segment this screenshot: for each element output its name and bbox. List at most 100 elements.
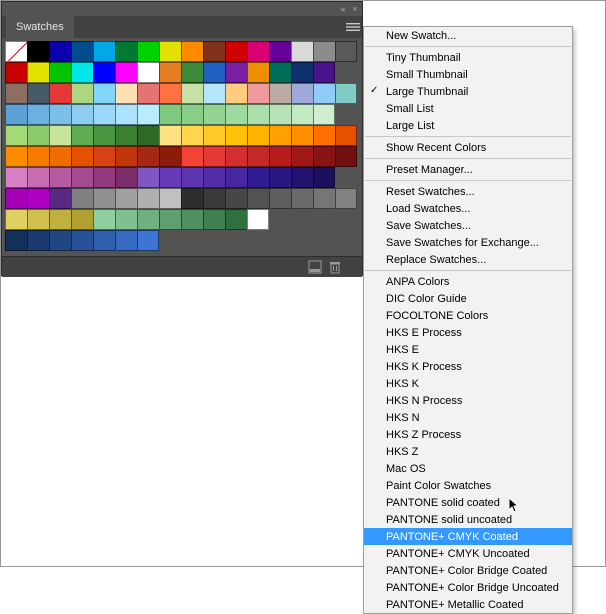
swatch[interactable] xyxy=(225,104,247,125)
swatch[interactable] xyxy=(137,83,159,104)
swatch[interactable] xyxy=(27,230,49,251)
swatch[interactable] xyxy=(5,146,27,167)
swatch[interactable] xyxy=(5,83,27,104)
swatch[interactable] xyxy=(225,83,247,104)
swatch[interactable] xyxy=(291,41,313,62)
swatch[interactable] xyxy=(5,104,27,125)
menu-item[interactable]: PANTONE+ Metallic Coated xyxy=(364,596,572,613)
swatch[interactable] xyxy=(203,167,225,188)
menu-item[interactable]: PANTONE solid uncoated xyxy=(364,511,572,528)
swatch[interactable] xyxy=(313,188,335,209)
swatch[interactable] xyxy=(181,146,203,167)
swatch[interactable] xyxy=(291,167,313,188)
swatch[interactable] xyxy=(181,62,203,83)
menu-item[interactable]: PANTONE+ Color Bridge Coated xyxy=(364,562,572,579)
swatch[interactable] xyxy=(71,104,93,125)
swatch[interactable] xyxy=(115,167,137,188)
swatch[interactable] xyxy=(71,125,93,146)
menu-item[interactable]: Load Swatches... xyxy=(364,200,572,217)
swatch[interactable] xyxy=(71,83,93,104)
swatch[interactable] xyxy=(49,209,71,230)
swatch[interactable] xyxy=(225,167,247,188)
swatch[interactable] xyxy=(49,230,71,251)
menu-item[interactable]: Save Swatches for Exchange... xyxy=(364,234,572,251)
collapse-icon[interactable]: « xyxy=(337,3,349,15)
swatch[interactable] xyxy=(225,146,247,167)
menu-item[interactable]: HKS K xyxy=(364,375,572,392)
swatch[interactable] xyxy=(27,167,49,188)
swatch[interactable] xyxy=(203,209,225,230)
swatch[interactable] xyxy=(335,125,357,146)
swatch[interactable] xyxy=(71,167,93,188)
menu-item[interactable]: PANTONE+ CMYK Uncoated xyxy=(364,545,572,562)
swatch[interactable] xyxy=(225,125,247,146)
swatch[interactable] xyxy=(49,167,71,188)
menu-item[interactable]: PANTONE+ CMYK Coated xyxy=(364,528,572,545)
swatch[interactable] xyxy=(335,83,357,104)
menu-item[interactable]: Small Thumbnail xyxy=(364,66,572,83)
swatch[interactable] xyxy=(93,167,115,188)
swatch[interactable] xyxy=(137,209,159,230)
swatch[interactable] xyxy=(49,83,71,104)
menu-item[interactable]: Preset Manager... xyxy=(364,161,572,178)
swatch[interactable] xyxy=(291,146,313,167)
swatch[interactable] xyxy=(27,83,49,104)
swatch[interactable] xyxy=(49,146,71,167)
menu-item[interactable]: FOCOLTONE Colors xyxy=(364,307,572,324)
swatch[interactable] xyxy=(181,125,203,146)
swatch[interactable] xyxy=(27,209,49,230)
swatch[interactable] xyxy=(137,62,159,83)
swatch[interactable] xyxy=(247,104,269,125)
swatch[interactable] xyxy=(291,104,313,125)
swatch[interactable] xyxy=(137,104,159,125)
menu-item[interactable]: New Swatch... xyxy=(364,27,572,44)
swatch[interactable] xyxy=(27,146,49,167)
menu-item[interactable]: HKS N xyxy=(364,409,572,426)
swatch[interactable] xyxy=(247,188,269,209)
swatch[interactable] xyxy=(115,104,137,125)
swatch[interactable] xyxy=(93,230,115,251)
menu-item[interactable]: Show Recent Colors xyxy=(364,139,572,156)
swatch[interactable] xyxy=(27,125,49,146)
swatch[interactable] xyxy=(225,62,247,83)
swatch[interactable] xyxy=(203,188,225,209)
swatch[interactable] xyxy=(115,125,137,146)
swatch[interactable] xyxy=(247,41,269,62)
swatch[interactable] xyxy=(269,62,291,83)
swatch[interactable] xyxy=(137,188,159,209)
swatch[interactable] xyxy=(115,230,137,251)
menu-item[interactable]: DIC Color Guide xyxy=(364,290,572,307)
swatch[interactable] xyxy=(159,167,181,188)
swatch[interactable] xyxy=(269,125,291,146)
swatch[interactable] xyxy=(93,188,115,209)
swatch[interactable] xyxy=(71,62,93,83)
swatch[interactable] xyxy=(137,125,159,146)
swatch[interactable] xyxy=(247,83,269,104)
menu-item[interactable]: HKS E Process xyxy=(364,324,572,341)
swatch[interactable] xyxy=(225,41,247,62)
menu-item[interactable]: Mac OS xyxy=(364,460,572,477)
swatch[interactable] xyxy=(291,125,313,146)
swatch[interactable] xyxy=(313,41,335,62)
swatch[interactable] xyxy=(159,41,181,62)
panel-menu-icon[interactable] xyxy=(344,16,362,38)
swatch[interactable] xyxy=(291,83,313,104)
swatch[interactable] xyxy=(313,125,335,146)
swatch[interactable] xyxy=(203,83,225,104)
swatch[interactable] xyxy=(181,209,203,230)
swatch[interactable] xyxy=(269,167,291,188)
swatch[interactable] xyxy=(115,146,137,167)
tab-swatches[interactable]: Swatches xyxy=(6,16,74,38)
menu-item[interactable]: Save Swatches... xyxy=(364,217,572,234)
swatch[interactable] xyxy=(247,209,269,230)
swatch[interactable] xyxy=(335,146,357,167)
swatch[interactable] xyxy=(335,188,357,209)
swatch[interactable] xyxy=(335,41,357,62)
swatch[interactable] xyxy=(225,209,247,230)
swatch[interactable] xyxy=(5,209,27,230)
swatch[interactable] xyxy=(159,62,181,83)
close-icon[interactable]: × xyxy=(349,3,361,15)
swatch[interactable] xyxy=(27,188,49,209)
swatch[interactable] xyxy=(291,188,313,209)
swatch[interactable] xyxy=(269,146,291,167)
